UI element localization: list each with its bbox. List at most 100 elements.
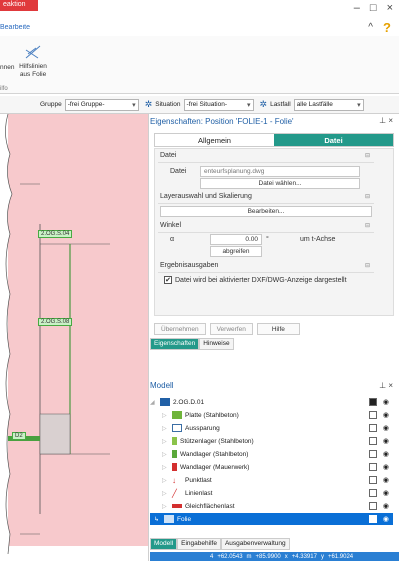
eye-icon[interactable]: ◉ [383,450,389,458]
item-icon [172,437,177,445]
alpha-input[interactable]: 0.00 [210,234,262,245]
expand-icon[interactable]: ◢ [150,399,160,406]
tree-label: Wandlager (Stahlbeton) [180,450,249,458]
visibility-checkbox[interactable] [369,398,377,406]
gruppe-label: Gruppe [40,101,62,108]
maximize-button[interactable]: □ [370,2,377,14]
eye-icon[interactable]: ◉ [383,411,389,419]
eye-icon[interactable]: ◉ [383,476,389,484]
ribbon-tab-active[interactable]: eaktion [0,0,38,11]
tab-eigenschaften[interactable]: Eigenschaften [150,338,200,350]
tab-hinweise[interactable]: Hinweise [199,338,234,350]
datei-field[interactable]: enteurfsplanung.dwg [200,166,360,177]
visibility-checkbox[interactable] [369,476,377,484]
tree-item[interactable]: ▷ Platte (Stahlbeton) ◉ [150,409,393,421]
eye-icon[interactable]: ◉ [383,437,389,445]
canvas-label[interactable]: D2 [12,432,26,440]
item-icon [172,411,182,419]
model-tabs: Modell Eingabehilfe Ausgabenverwaltung [150,538,290,550]
folder-icon [160,398,170,406]
properties-pin-close[interactable]: ⊥ × [379,116,393,125]
ribbon [0,36,399,94]
abgreifen-button[interactable]: abgreifen [210,246,262,257]
minimize-button[interactable]: – [354,2,360,14]
hilfslinien-icon [25,45,41,59]
visibility-checkbox[interactable] [369,424,377,432]
tree-item[interactable]: ▷ Wandlager (Stahlbeton) ◉ [150,448,393,460]
ergebnis-checkbox-row[interactable]: ✔ Datei wird bei aktivierter DXF/DWG-Anz… [164,276,347,284]
tab-modell[interactable]: Modell [150,538,178,550]
eye-icon[interactable]: ◉ [383,398,389,406]
tree-item[interactable]: ▷ Gleichflächenlast ◉ [150,500,393,512]
uebernehmen-button[interactable]: Übernehmen [154,323,206,335]
status-text: +62.0543 [217,553,243,560]
situation-select[interactable]: -frei Situation- [183,98,254,111]
tree-item[interactable]: ▷ Aussparung ◉ [150,422,393,434]
tab-datei[interactable]: Datei [274,134,393,146]
bearbeiten-button[interactable]: Bearbeiten... [160,206,372,217]
folie-icon [164,515,174,523]
checkbox-icon[interactable]: ✔ [164,276,172,284]
close-button[interactable]: × [387,2,393,14]
eye-icon[interactable]: ◉ [383,463,389,471]
axis-text: um t-Achse [300,236,336,243]
collapse-icon[interactable]: ⊟ [365,262,370,269]
tree-item[interactable]: ▷ Wandlager (Mauerwerk) ◉ [150,461,393,473]
section-datei: Datei [160,152,177,159]
tree-item[interactable]: ▷ Stützenlager (Stahlbeton) ◉ [150,435,393,447]
punktlast-icon: ↓ [172,476,176,485]
canvas-label[interactable]: 2.OG.S.08 [38,318,73,326]
section-layer: Layerauswahl und Skalierung [160,193,252,200]
checkbox-label: Datei wird bei aktivierter DXF/DWG-Anzei… [175,276,347,284]
canvas-label[interactable]: 2.OG.S.04 [38,230,73,238]
lastfall-select[interactable]: alle Lastfälle [293,98,364,111]
hilfslinien-button[interactable]: Hilfslinien aus Folie [16,44,50,78]
eye-icon[interactable]: ◉ [383,502,389,510]
flaechenlast-icon [172,504,182,508]
item-icon [172,450,177,458]
visibility-checkbox[interactable] [369,463,377,471]
alpha-unit: ° [266,236,269,243]
situation-label: Situation [155,101,181,108]
linienlast-icon: ╱ [172,489,177,498]
window-controls: – □ × [354,2,393,14]
eye-icon[interactable]: ◉ [383,515,389,523]
datei-waehlen-button[interactable]: Datei wählen... [200,178,360,189]
collapse-ribbon-icon[interactable]: ^ [368,22,373,33]
eye-icon[interactable]: ◉ [383,424,389,432]
hilfe-button[interactable]: Hilfe [256,323,300,335]
collapse-icon[interactable]: ⊟ [365,152,370,159]
eye-icon[interactable]: ◉ [383,489,389,497]
tree-item[interactable]: ▷ ↓ Punktlast ◉ [150,474,393,486]
tab-eingabehilfe[interactable]: Eingabehilfe [177,538,221,550]
tree-label: Aussparung [185,424,220,432]
visibility-checkbox[interactable] [369,515,377,523]
model-pin-close[interactable]: ⊥ × [379,381,393,390]
visibility-checkbox[interactable] [369,411,377,419]
tab-bearbeiten[interactable]: Bearbeiten [0,24,30,35]
visibility-checkbox[interactable] [369,502,377,510]
status-bar: 4 +62.0543 m +85.9900 x +4.33917 y +61.9… [150,552,399,561]
ribbon-button-partial[interactable]: nnen [0,64,14,72]
tree-item[interactable]: ▷ ╱ Linienlast ◉ [150,487,393,499]
tab-ausgabenverwaltung[interactable]: Ausgabenverwaltung [220,538,290,550]
collapse-icon[interactable]: ⊟ [365,222,370,229]
hilfslinien-label: Hilfslinien aus Folie [19,62,47,78]
help-icon[interactable]: ? [383,20,391,35]
lastfall-label: Lastfall [270,101,291,108]
status-text: m [246,553,252,560]
gruppe-select[interactable]: -frei Gruppe- [64,98,139,111]
tree-item-selected[interactable]: ↳ Folie ◉ [150,513,393,525]
alpha-label: α [170,236,175,243]
tree-root[interactable]: ◢ 2.OG.D.01 ◉ [150,396,393,408]
collapse-icon[interactable]: ⊟ [365,193,370,200]
visibility-checkbox[interactable] [369,450,377,458]
verwerfen-button[interactable]: Verwerfen [209,323,253,335]
tree-label: Stützenlager (Stahlbeton) [180,437,254,445]
tab-allgemein[interactable]: Allgemein [155,134,274,146]
visibility-checkbox[interactable] [369,489,377,497]
divider [158,203,374,204]
status-text: x [284,553,288,560]
status-text: +61.9024 [327,553,354,560]
visibility-checkbox[interactable] [369,437,377,445]
